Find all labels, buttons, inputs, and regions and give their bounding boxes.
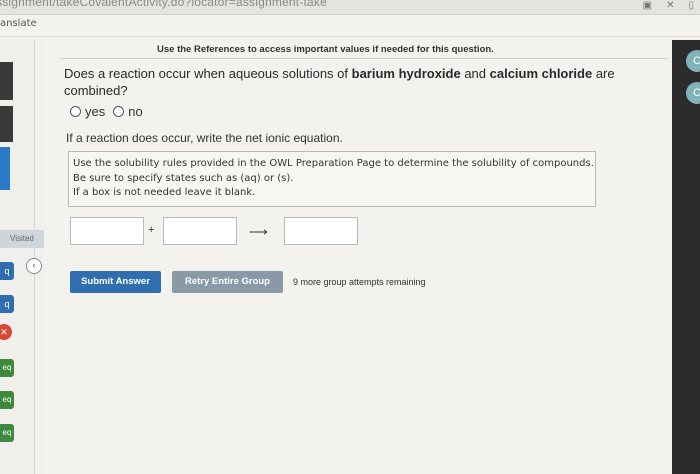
sidebar-tab-eq1[interactable]: eq	[0, 359, 14, 377]
instructions-box: Use the solubility rules provided in the…	[68, 151, 596, 207]
translate-label[interactable]: anslate	[0, 18, 37, 29]
browser-toolbar-icons: ▣ ✕ ▯	[643, 0, 694, 12]
chevron-left-icon[interactable]: ‹	[26, 258, 42, 274]
question-text-pre: Does a reaction occur when aqueous solut…	[64, 66, 352, 81]
sidebar-bar	[0, 62, 13, 100]
reaction-radio-group: yes no	[70, 104, 147, 119]
sidebar-icon[interactable]: ▯	[688, 0, 694, 12]
sidebar-tab-eq3[interactable]: eq	[0, 424, 14, 442]
sidebar-tab-q2[interactable]: q	[0, 295, 14, 313]
reaction-arrow-icon: ⟶	[249, 224, 268, 239]
question-text: Does a reaction occur when aqueous solut…	[64, 65, 644, 99]
radio-no[interactable]	[113, 106, 125, 117]
reactant-1-input[interactable]	[70, 217, 144, 245]
sidebar-rail	[34, 40, 35, 474]
question-text-mid: and	[460, 66, 490, 81]
sidebar-error-icon[interactable]: ✕	[0, 324, 12, 340]
radio-yes[interactable]	[70, 106, 81, 117]
option-yes-label: yes	[85, 104, 106, 119]
visited-tab[interactable]: Visited	[0, 230, 44, 248]
instruction-line: If a box is not needed leave it blank.	[73, 187, 256, 198]
extension-icon[interactable]: ▣	[643, 0, 652, 12]
product-input[interactable]	[284, 217, 358, 245]
pin-icon[interactable]: ✕	[666, 0, 674, 12]
divider	[60, 58, 668, 59]
option-no-label: no	[128, 104, 143, 119]
submit-answer-button[interactable]: Submit Answer	[70, 271, 161, 293]
address-bar[interactable]: ssignment/takeCovalentActivity.do?locato…	[0, 0, 700, 15]
sidebar-current-indicator[interactable]	[0, 147, 10, 190]
net-ionic-prompt: If a reaction does occur, write the net …	[66, 131, 343, 145]
reactant-2-input[interactable]	[163, 217, 237, 245]
top-divider	[0, 36, 700, 37]
right-panel	[672, 40, 700, 474]
question-sidebar: Visited q q ✕ eq eq eq	[0, 40, 44, 474]
reactant-2: calcium chloride	[489, 66, 593, 81]
references-notice: Use the References to access important v…	[157, 44, 494, 55]
instruction-line: Use the solubility rules provided in the…	[73, 158, 594, 169]
sidebar-tab-q1[interactable]: q	[0, 262, 14, 280]
sidebar-bar	[0, 106, 13, 142]
option-no[interactable]: no	[113, 104, 143, 119]
reactant-1: barium hydroxide	[351, 66, 461, 81]
attempts-remaining: 9 more group attempts remaining	[293, 277, 426, 287]
retry-group-button[interactable]: Retry Entire Group	[172, 271, 283, 293]
question-panel: Use the References to access important v…	[42, 40, 672, 474]
sidebar-tab-eq2[interactable]: eq	[0, 391, 14, 409]
instruction-line: Be sure to specify states such as (aq) o…	[73, 172, 294, 184]
option-yes[interactable]: yes	[70, 104, 105, 119]
url-text: ssignment/takeCovalentActivity.do?locato…	[0, 0, 328, 9]
plus-sign: +	[148, 224, 155, 236]
